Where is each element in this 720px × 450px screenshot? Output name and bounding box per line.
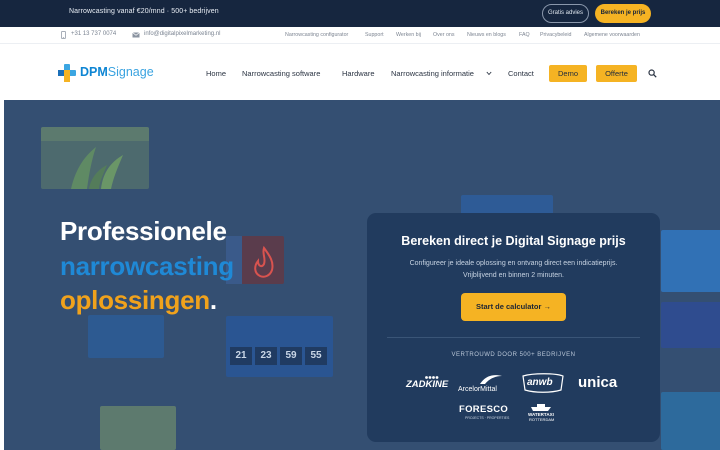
demo-button[interactable]: Demo — [549, 65, 587, 82]
util-link-configurator[interactable]: Narrowcasting configurator — [285, 32, 348, 38]
util-link-privacy[interactable]: Privacybeleid — [540, 32, 572, 38]
client-unica-text: unica — [578, 374, 618, 391]
flame-icon — [226, 236, 274, 284]
phone-icon — [61, 31, 66, 39]
util-link-faq[interactable]: FAQ — [519, 32, 530, 38]
bg-screen-right-low — [661, 392, 720, 450]
bg-screen-welcome — [661, 230, 720, 292]
arcelor-swoosh-icon — [480, 375, 502, 384]
countdown-seconds: 55 — [305, 347, 327, 365]
logo-cross-icon — [58, 64, 76, 82]
countdown-minutes: 59 — [280, 347, 302, 365]
watertaxi-boat-icon — [531, 404, 551, 411]
util-link-careers[interactable]: Werken bij — [396, 32, 421, 38]
util-link-news[interactable]: Nieuws en blogs — [467, 32, 506, 38]
util-link-terms[interactable]: Algemene voorwaarden — [584, 32, 640, 38]
card-subtitle: Configureer je ideale oplossing en ontva… — [387, 258, 640, 282]
card-subtitle-line1: Configureer je ideale oplossing en ontva… — [409, 260, 618, 267]
start-calculator-button[interactable]: Start de calculator → — [461, 293, 566, 321]
util-link-support[interactable]: Support — [365, 32, 384, 38]
promo-bar: Narrowcasting vanaf €20/mnd · 500+ bedri… — [0, 0, 720, 27]
calculate-price-button[interactable]: Bereken je prijs — [595, 4, 651, 23]
price-calculator-card: Bereken direct je Digital Signage prijs … — [367, 213, 660, 442]
countdown-days: 21 — [230, 347, 252, 365]
bg-screen-right-mid — [661, 302, 720, 348]
nav-home[interactable]: Home — [206, 69, 226, 78]
nav-hardware[interactable]: Hardware — [342, 69, 375, 78]
bg-screen-flame — [226, 236, 284, 284]
logo-text-dpm: DPM — [80, 65, 108, 79]
mail-icon — [132, 32, 140, 38]
nav-info[interactable]: Narrowcasting informatie — [391, 69, 474, 78]
logo-text: DPMSignage — [80, 65, 154, 79]
hero-title-line3-word: oplossingen — [60, 285, 210, 315]
bg-screen-bottom — [100, 406, 176, 450]
card-title: Bereken direct je Digital Signage prijs — [401, 234, 626, 248]
countdown: 21 23 59 55 — [230, 347, 327, 365]
free-advice-button[interactable]: Gratis advies — [542, 4, 589, 23]
utility-bar: +31 13 737 0074 info@digitalpixelmarketi… — [0, 27, 720, 44]
client-zadkine-text: ZADKINE — [406, 379, 449, 390]
nav-contact[interactable]: Contact — [508, 69, 534, 78]
trusted-by-label: VERTROUWD DOOR 500+ BEDRIJVEN — [451, 352, 576, 358]
offer-button[interactable]: Offerte — [596, 65, 637, 82]
nav-software[interactable]: Narrowcasting software — [242, 69, 320, 78]
email-address[interactable]: info@digitalpixelmarketing.nl — [144, 31, 220, 37]
phone-number[interactable]: +31 13 737 0074 — [71, 31, 116, 37]
logo[interactable]: DPMSignage — [58, 64, 168, 82]
promo-text: Narrowcasting vanaf €20/mnd · 500+ bedri… — [69, 8, 219, 15]
countdown-hours: 23 — [255, 347, 277, 365]
client-watertaxi-subtext: ROTTERDAM — [529, 417, 555, 422]
client-foresco-subtext: PROJECTS · PROPERTIES — [465, 416, 510, 420]
hero-title-line2: narrowcasting — [60, 251, 234, 281]
search-icon[interactable] — [648, 69, 657, 78]
card-divider — [387, 337, 640, 338]
bg-screen-blue-small — [88, 315, 164, 358]
hero-title-dot: . — [209, 285, 217, 315]
card-subtitle-line2: Vrijblijvend en binnen 2 minuten. — [463, 272, 564, 279]
hero-title-line3: oplossingen. — [60, 285, 217, 316]
client-anwb-text: anwb — [527, 377, 553, 388]
chevron-down-icon[interactable] — [486, 71, 492, 76]
logo-text-signage: Signage — [107, 65, 154, 79]
client-foresco-text: FORESCO — [459, 404, 509, 415]
util-link-about[interactable]: Over ons — [433, 32, 455, 38]
bg-screen-plant — [41, 127, 149, 189]
hero-title-line1: Professionele — [60, 216, 227, 246]
main-nav: DPMSignage Home Narrowcasting software H… — [0, 44, 720, 100]
client-arcelor-text: ArcelorMittal — [458, 386, 497, 393]
